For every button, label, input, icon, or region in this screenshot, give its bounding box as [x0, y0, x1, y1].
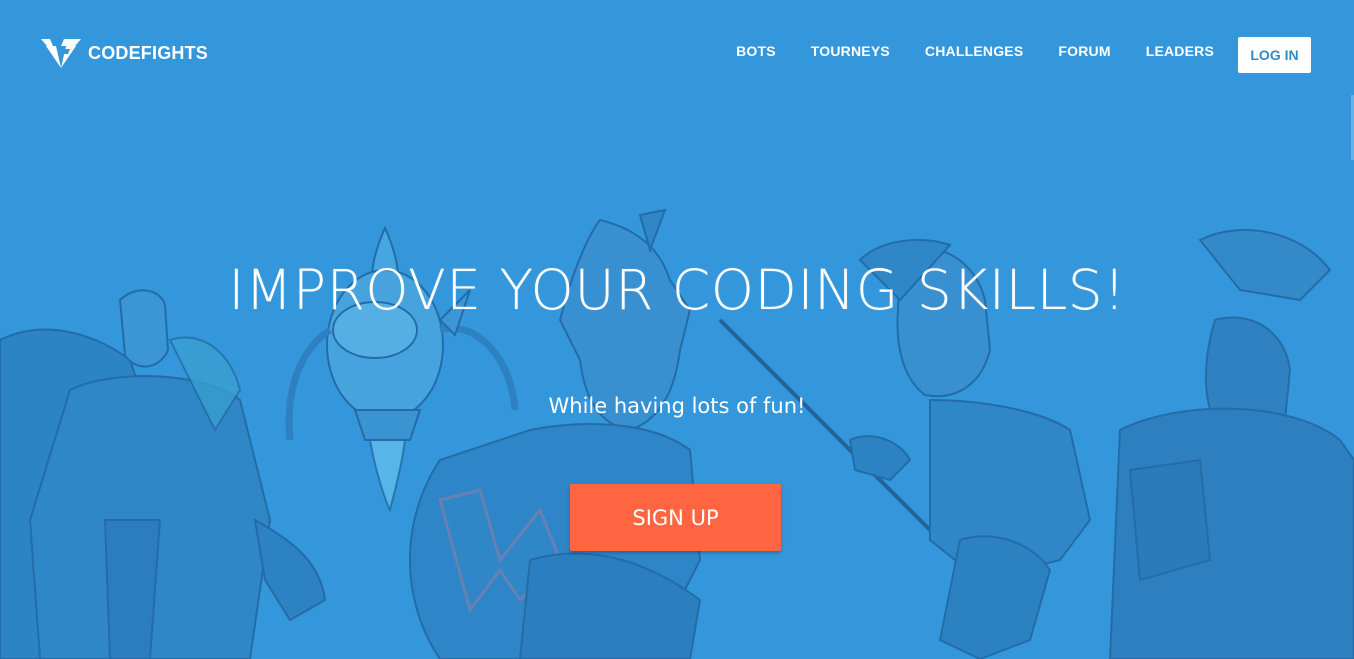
- nav-item-forum[interactable]: FORUM: [1058, 43, 1110, 59]
- login-button[interactable]: LOG IN: [1238, 37, 1311, 73]
- top-navbar: CODEFIGHTS BOTS TOURNEYS CHALLENGES FORU…: [0, 0, 1354, 110]
- landing-page: CODEFIGHTS BOTS TOURNEYS CHALLENGES FORU…: [0, 0, 1354, 659]
- main-nav: BOTS TOURNEYS CHALLENGES FORUM LEADERS: [736, 43, 1214, 59]
- signup-button[interactable]: SIGN UP: [570, 484, 781, 551]
- character-left-hero: [0, 289, 327, 659]
- hero-subtitle: While having lots of fun!: [548, 394, 806, 418]
- nav-item-tourneys[interactable]: TOURNEYS: [811, 43, 890, 59]
- brand-name: CODEFIGHTS: [88, 42, 209, 63]
- hero-title: IMPROVE YOUR CODING SKILLS!: [228, 258, 1126, 322]
- codefights-logo-icon: [41, 39, 81, 68]
- nav-item-challenges[interactable]: CHALLENGES: [925, 43, 1023, 59]
- brand-logo-link[interactable]: CODEFIGHTS: [40, 37, 208, 69]
- nav-item-leaders[interactable]: LEADERS: [1146, 43, 1214, 59]
- nav-item-bots[interactable]: BOTS: [736, 43, 776, 59]
